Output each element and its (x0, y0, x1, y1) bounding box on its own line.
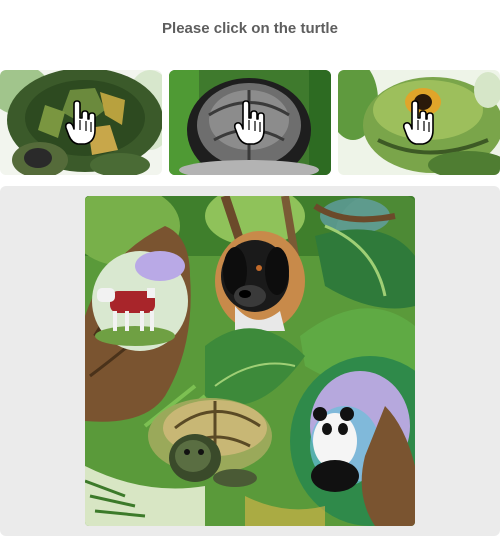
pointer-hand-icon (233, 99, 265, 145)
dog-object (215, 231, 305, 331)
cow-object (92, 251, 188, 351)
pointer-hand-icon (64, 99, 96, 145)
jungle-scene-image[interactable] (85, 196, 415, 526)
pointer-hand-icon (402, 99, 434, 145)
challenge-image[interactable] (85, 196, 415, 526)
example-image-1 (0, 70, 162, 175)
example-image-2 (169, 70, 331, 175)
example-image-3 (338, 70, 500, 175)
prompt-text: Please click on the turtle (162, 20, 338, 37)
